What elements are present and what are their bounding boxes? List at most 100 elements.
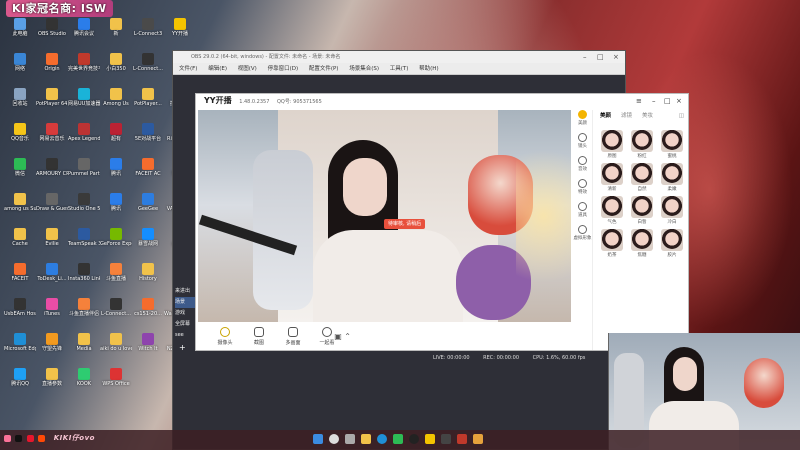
filter-option[interactable]: 奶茶 — [600, 229, 624, 258]
live-preview[interactable]: 待审核, 请稍后 — [198, 110, 571, 322]
desktop-icon[interactable]: L-Connect... — [132, 53, 164, 83]
obs-menu-help[interactable]: 帮助(H) — [419, 66, 438, 72]
side-lens[interactable]: 镜头 — [573, 133, 592, 149]
side-effects[interactable]: 特效 — [573, 179, 592, 195]
edge-icon[interactable] — [377, 434, 387, 444]
screenshot-tool[interactable]: 截图 — [242, 326, 276, 346]
desktop-icon[interactable]: 微信 — [4, 158, 36, 188]
side-beauty[interactable]: 美颜 — [573, 110, 592, 126]
folder-icon[interactable] — [473, 434, 483, 444]
filter-option[interactable]: 白皙 — [630, 196, 654, 225]
desktop-icon[interactable]: 5E对战平台 — [132, 123, 164, 153]
multi-screen-tool[interactable]: 多画面 — [276, 326, 310, 346]
filter-option[interactable]: 清新 — [600, 163, 624, 192]
start-icon[interactable] — [313, 434, 323, 444]
compare-icon[interactable]: ◫ — [679, 110, 684, 122]
desktop-icon[interactable]: 网易云音乐 — [36, 123, 68, 153]
wechat-icon[interactable] — [393, 434, 403, 444]
camera-switch-icon[interactable]: ▣ ⌃ — [334, 332, 351, 341]
yy-icon[interactable] — [425, 434, 435, 444]
desktop-icon[interactable]: ARMOURY CRATE — [36, 158, 68, 188]
filter-option[interactable]: 原图 — [600, 130, 624, 159]
desktop-icon[interactable]: 暴雪战网 — [132, 228, 164, 258]
desktop-icon[interactable]: History — [132, 263, 164, 293]
obs-menu-docks[interactable]: 停靠窗口(D) — [268, 66, 299, 72]
desktop-icon[interactable]: 完美世界竞技平台 — [68, 53, 100, 83]
filter-option[interactable]: 胶片 — [660, 229, 684, 258]
desktop-icon[interactable]: 回收站 — [4, 88, 36, 118]
desktop-icon[interactable]: GeForce Experience — [100, 228, 132, 258]
desktop-icon[interactable]: Evilie — [36, 228, 68, 258]
desktop-icon[interactable]: 小白350 — [100, 53, 132, 83]
desktop-icon[interactable]: Origin — [36, 53, 68, 83]
desktop-icon[interactable]: 此电脑 — [4, 18, 36, 48]
close-icon[interactable]: × — [676, 94, 682, 108]
obs-menu-scene-collection[interactable]: 场景集合(S) — [349, 66, 379, 72]
desktop-icon[interactable]: L-Connect... — [100, 298, 132, 328]
maximize-icon[interactable]: □ — [664, 94, 671, 108]
camera-tool[interactable]: 摄像头 — [208, 326, 242, 346]
desktop-icon[interactable]: L-Connect3 — [132, 18, 164, 48]
obs-icon[interactable] — [409, 434, 419, 444]
file-explorer-icon[interactable] — [361, 434, 371, 444]
desktop-icon[interactable]: FACEIT — [4, 263, 36, 293]
desktop-icon[interactable]: WPS Office — [100, 368, 132, 398]
desktop-icon[interactable]: Cache — [4, 228, 36, 258]
desktop-icon[interactable]: cs151-20... — [132, 298, 164, 328]
desktop-icon[interactable]: Witch It — [132, 333, 164, 363]
desktop-icon[interactable]: Apex Legends — [68, 123, 100, 153]
tab-filter[interactable]: 滤镜 — [621, 110, 632, 122]
filter-option[interactable]: 气色 — [600, 196, 624, 225]
desktop-icon[interactable]: ToDesk_Li... — [36, 263, 68, 293]
desktop-icon[interactable]: Studio One 5 — [68, 193, 100, 223]
desktop-icon[interactable]: aiki do u love me 2... — [100, 333, 132, 363]
side-props[interactable]: 道具 — [573, 202, 592, 218]
desktop-icon[interactable]: 腾讯 — [100, 193, 132, 223]
desktop-icon[interactable]: 腾讯 — [100, 158, 132, 188]
desktop-icon[interactable]: KOOK — [68, 368, 100, 398]
desktop-icon[interactable]: Microsoft Edge — [4, 333, 36, 363]
minimize-icon[interactable]: – — [652, 94, 656, 108]
desktop-icon[interactable]: PotPlayer 64 bit — [36, 88, 68, 118]
desktop-icon[interactable]: GeeGee — [132, 193, 164, 223]
desktop-icon[interactable]: FACEIT AC — [132, 158, 164, 188]
desktop-icon[interactable]: 守望先锋 — [36, 333, 68, 363]
desktop-icon[interactable]: iTunes — [36, 298, 68, 328]
search-icon[interactable] — [329, 434, 339, 444]
obs-menu-tools[interactable]: 工具(T) — [390, 66, 409, 72]
side-audio[interactable]: 音效 — [573, 156, 592, 172]
desktop-icon[interactable]: Insta360 Link Co... — [68, 263, 100, 293]
maximize-icon[interactable]: □ — [597, 51, 604, 63]
desktop-icon[interactable]: Media — [68, 333, 100, 363]
desktop-icon[interactable]: 超有 — [100, 123, 132, 153]
desktop-icon[interactable]: 网易UU加速器 — [68, 88, 100, 118]
desktop-icon[interactable]: Among Us — [100, 88, 132, 118]
app-icon[interactable] — [457, 434, 467, 444]
filter-option[interactable]: 焦糖 — [630, 229, 654, 258]
desktop-icon[interactable]: YY开播 — [164, 18, 196, 48]
menu-icon[interactable]: ≡ — [636, 94, 642, 108]
minimize-icon[interactable]: – — [583, 51, 587, 63]
tab-beauty[interactable]: 美颜 — [600, 110, 611, 122]
desktop-icon[interactable]: QQ音乐 — [4, 123, 36, 153]
obs-menu-edit[interactable]: 编辑(E) — [208, 66, 227, 72]
filter-option[interactable]: 自然 — [630, 163, 654, 192]
desktop-icon[interactable]: Draw & Guess — [36, 193, 68, 223]
desktop-icon[interactable]: TeamSpeak 3 — [68, 228, 100, 258]
add-scene-icon[interactable]: + — [179, 343, 186, 352]
filter-option[interactable]: 柔嫩 — [660, 163, 684, 192]
side-avatar[interactable]: 虚拟形象 — [573, 225, 592, 241]
filter-option[interactable]: 蜜桃 — [660, 130, 684, 159]
close-icon[interactable]: × — [613, 51, 619, 63]
desktop-icon[interactable]: 斗鱼直播伴侣 — [68, 298, 100, 328]
obs-menu-file[interactable]: 文件(F) — [179, 66, 197, 72]
obs-menu-view[interactable]: 视图(V) — [238, 66, 257, 72]
desktop-icon[interactable]: 直播参数 — [36, 368, 68, 398]
desktop-icon[interactable]: 新 — [100, 18, 132, 48]
desktop-icon[interactable]: 腾讯会议 — [68, 18, 100, 48]
desktop-icon[interactable]: Pummel Party — [68, 158, 100, 188]
desktop-icon[interactable]: PotPlayer... — [132, 88, 164, 118]
filter-option[interactable]: 冷白 — [660, 196, 684, 225]
filter-option[interactable]: 粉红 — [630, 130, 654, 159]
desktop-icon[interactable]: OBS Studio — [36, 18, 68, 48]
